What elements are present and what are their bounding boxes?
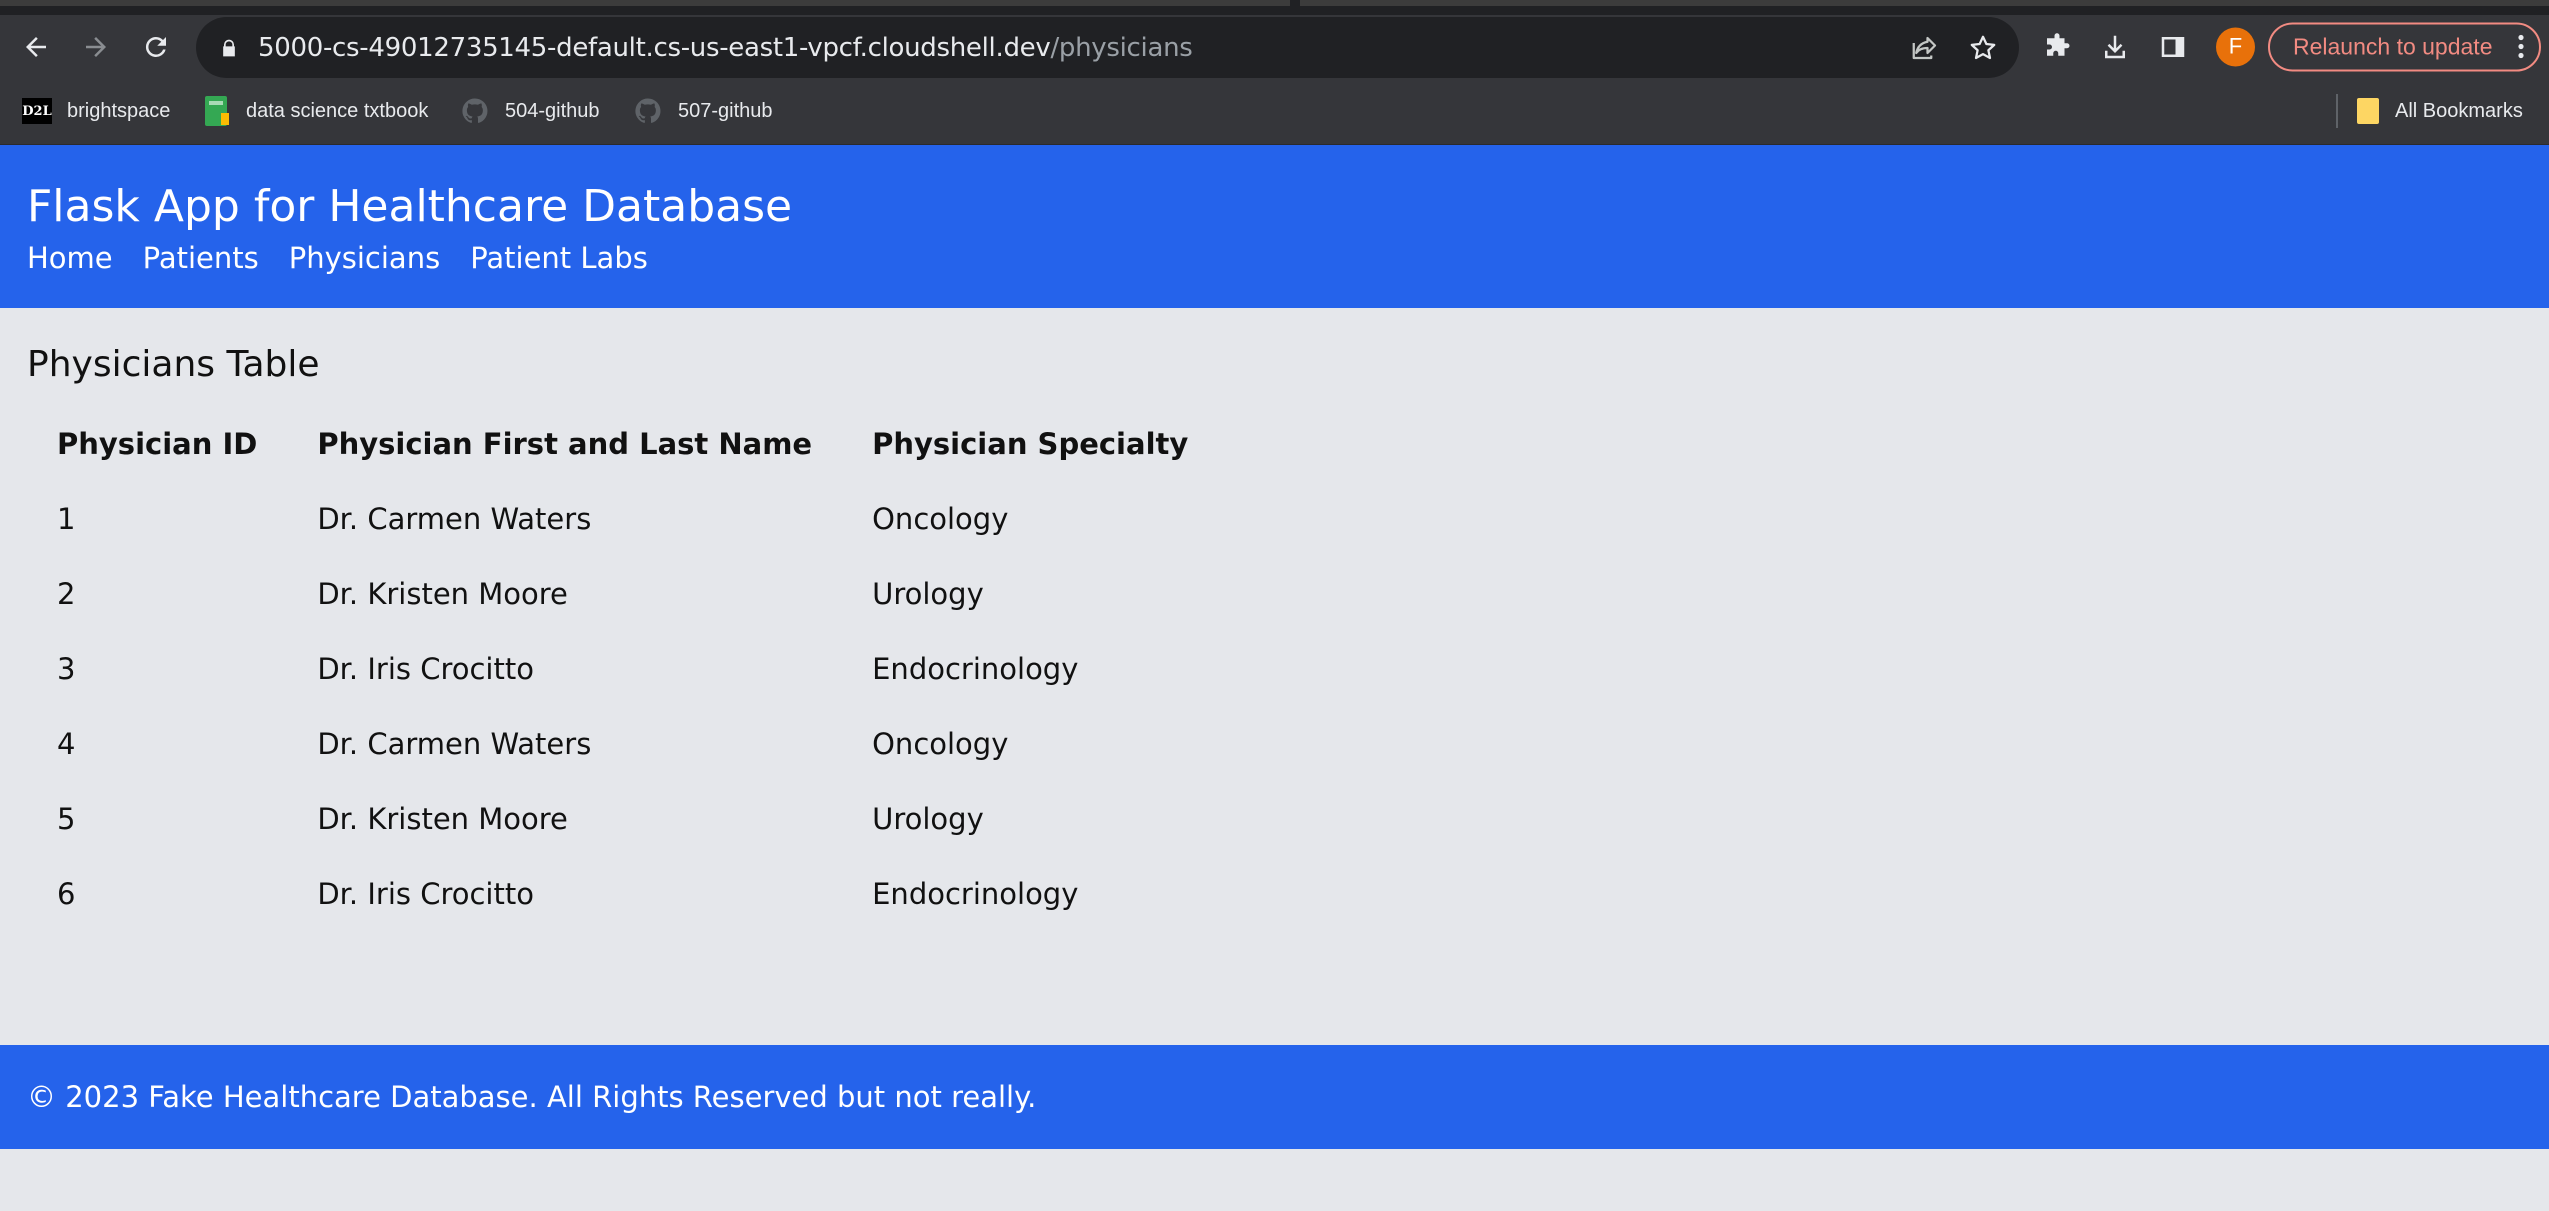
profile-avatar[interactable]: F xyxy=(2216,27,2255,66)
nav-link-physicians[interactable]: Physicians xyxy=(289,241,440,275)
url-path: /physicians xyxy=(1050,32,1193,63)
bookmark-504-github[interactable]: 504-github xyxy=(460,96,600,126)
column-header-name: Physician First and Last Name xyxy=(317,426,813,461)
inactive-tab-edge[interactable] xyxy=(1300,0,2549,6)
lock-icon[interactable] xyxy=(219,37,239,59)
footer-copyright: © 2023 Fake Healthcare Database. All Rig… xyxy=(27,1080,1037,1114)
github-icon xyxy=(635,98,661,123)
table-row: 1 Dr. Carmen Waters Oncology xyxy=(27,481,1218,556)
cell-physician-id: 6 xyxy=(57,876,76,911)
d2l-icon: D2L xyxy=(22,98,52,124)
table-row: 3 Dr. Iris Crocitto Endocrinology xyxy=(27,631,1218,706)
arrow-right-icon xyxy=(86,36,106,57)
cell-physician-name: Dr. Carmen Waters xyxy=(317,726,592,761)
relaunch-label: Relaunch to update xyxy=(2293,33,2493,59)
side-panel-icon[interactable] xyxy=(2158,32,2188,62)
bookmark-data-science-txtbook[interactable]: data science txtbook xyxy=(203,95,428,127)
back-button[interactable] xyxy=(14,25,58,69)
cell-physician-name: Dr. Carmen Waters xyxy=(317,501,592,536)
table-row: 5 Dr. Kristen Moore Urology xyxy=(27,781,1218,856)
site-nav: Home Patients Physicians Patient Labs xyxy=(27,241,678,275)
cell-physician-name: Dr. Kristen Moore xyxy=(317,801,568,836)
url-text[interactable]: 5000-cs-49012735145-default.cs-us-east1-… xyxy=(258,33,1193,63)
extensions-icon[interactable] xyxy=(2042,32,2072,62)
tab-strip xyxy=(0,0,2549,15)
column-header-specialty: Physician Specialty xyxy=(872,426,1189,461)
cell-physician-id: 1 xyxy=(57,501,76,536)
table-row: 2 Dr. Kristen Moore Urology xyxy=(27,556,1218,631)
cell-physician-specialty: Urology xyxy=(872,576,984,611)
more-vert-icon[interactable] xyxy=(2517,34,2525,60)
column-header-id: Physician ID xyxy=(57,426,258,461)
bookmarks-divider xyxy=(2336,94,2338,128)
cell-physician-name: Dr. Kristen Moore xyxy=(317,576,568,611)
cell-physician-id: 4 xyxy=(57,726,76,761)
cell-physician-specialty: Oncology xyxy=(872,726,1009,761)
book-icon xyxy=(205,96,229,126)
forward-button[interactable] xyxy=(74,25,118,69)
table-row: 6 Dr. Iris Crocitto Endocrinology xyxy=(27,856,1218,931)
bookmark-507-github[interactable]: 507-github xyxy=(633,96,773,126)
reload-button[interactable] xyxy=(134,25,178,69)
cell-physician-id: 2 xyxy=(57,576,76,611)
site-header: Flask App for Healthcare Database Home P… xyxy=(0,145,2549,308)
reload-icon xyxy=(145,36,166,57)
bookmarks-bar: D2L brightspace data science txtbook 504… xyxy=(0,78,2549,145)
bookmark-label: 504-github xyxy=(505,99,600,122)
cell-physician-id: 5 xyxy=(57,801,76,836)
url-host: 5000-cs-49012735145-default.cs-us-east1-… xyxy=(258,32,1051,63)
nav-link-home[interactable]: Home xyxy=(27,241,113,275)
active-tab-edge[interactable] xyxy=(0,0,1290,6)
cell-physician-specialty: Oncology xyxy=(872,501,1009,536)
nav-link-patients[interactable]: Patients xyxy=(143,241,259,275)
cell-physician-name: Dr. Iris Crocitto xyxy=(317,651,534,686)
nav-link-patient-labs[interactable]: Patient Labs xyxy=(470,241,648,275)
cell-physician-id: 3 xyxy=(57,651,76,686)
physicians-table: Physician ID Physician First and Last Na… xyxy=(27,406,1218,931)
cell-physician-specialty: Endocrinology xyxy=(872,651,1079,686)
bookmark-label: 507-github xyxy=(678,99,773,122)
site-title: Flask App for Healthcare Database xyxy=(27,181,793,232)
bookmark-brightspace[interactable]: D2L brightspace xyxy=(22,98,170,124)
github-icon xyxy=(462,98,488,123)
browser-toolbar: 5000-cs-49012735145-default.cs-us-east1-… xyxy=(0,15,2549,78)
address-bar[interactable]: 5000-cs-49012735145-default.cs-us-east1-… xyxy=(196,17,2019,78)
table-row: 4 Dr. Carmen Waters Oncology xyxy=(27,706,1218,781)
download-icon[interactable] xyxy=(2100,32,2130,62)
cell-physician-specialty: Urology xyxy=(872,801,984,836)
bookmark-label: brightspace xyxy=(67,99,171,122)
arrow-left-icon xyxy=(26,36,46,57)
folder-icon xyxy=(2357,98,2379,124)
all-bookmarks-label: All Bookmarks xyxy=(2395,99,2523,122)
cell-physician-specialty: Endocrinology xyxy=(872,876,1079,911)
relaunch-button[interactable]: Relaunch to update xyxy=(2268,22,2541,71)
table-header-row: Physician ID Physician First and Last Na… xyxy=(27,406,1218,481)
bookmark-label: data science txtbook xyxy=(246,99,429,122)
share-icon[interactable] xyxy=(1910,33,1940,63)
star-icon[interactable] xyxy=(1968,33,1998,63)
all-bookmarks-button[interactable]: All Bookmarks xyxy=(2356,97,2523,125)
cell-physician-name: Dr. Iris Crocitto xyxy=(317,876,534,911)
site-footer: © 2023 Fake Healthcare Database. All Rig… xyxy=(0,1045,2549,1149)
page-title: Physicians Table xyxy=(27,344,320,385)
main-content: Physicians Table Physician ID Physician … xyxy=(0,308,2549,1045)
